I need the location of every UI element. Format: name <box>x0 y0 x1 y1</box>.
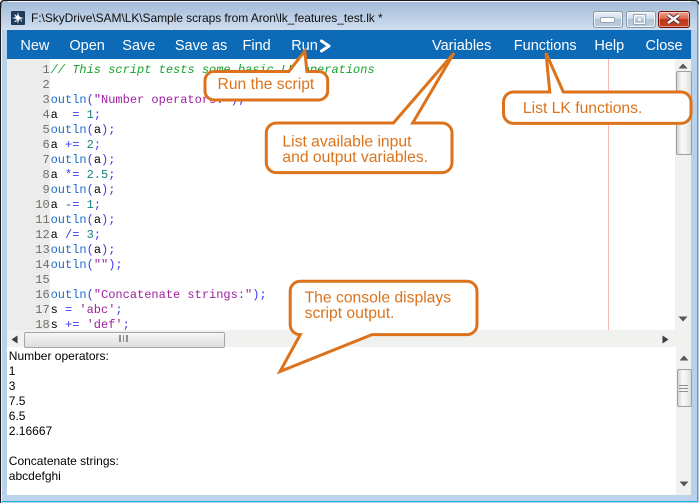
svg-text:Run the script: Run the script <box>218 76 315 93</box>
svg-text:script output.: script output. <box>305 305 395 322</box>
svg-text:and output variables.: and output variables. <box>282 149 428 166</box>
svg-text:The console displays: The console displays <box>305 290 452 307</box>
svg-text:List LK functions.: List LK functions. <box>523 100 642 117</box>
svg-text:List available input: List available input <box>282 133 412 150</box>
